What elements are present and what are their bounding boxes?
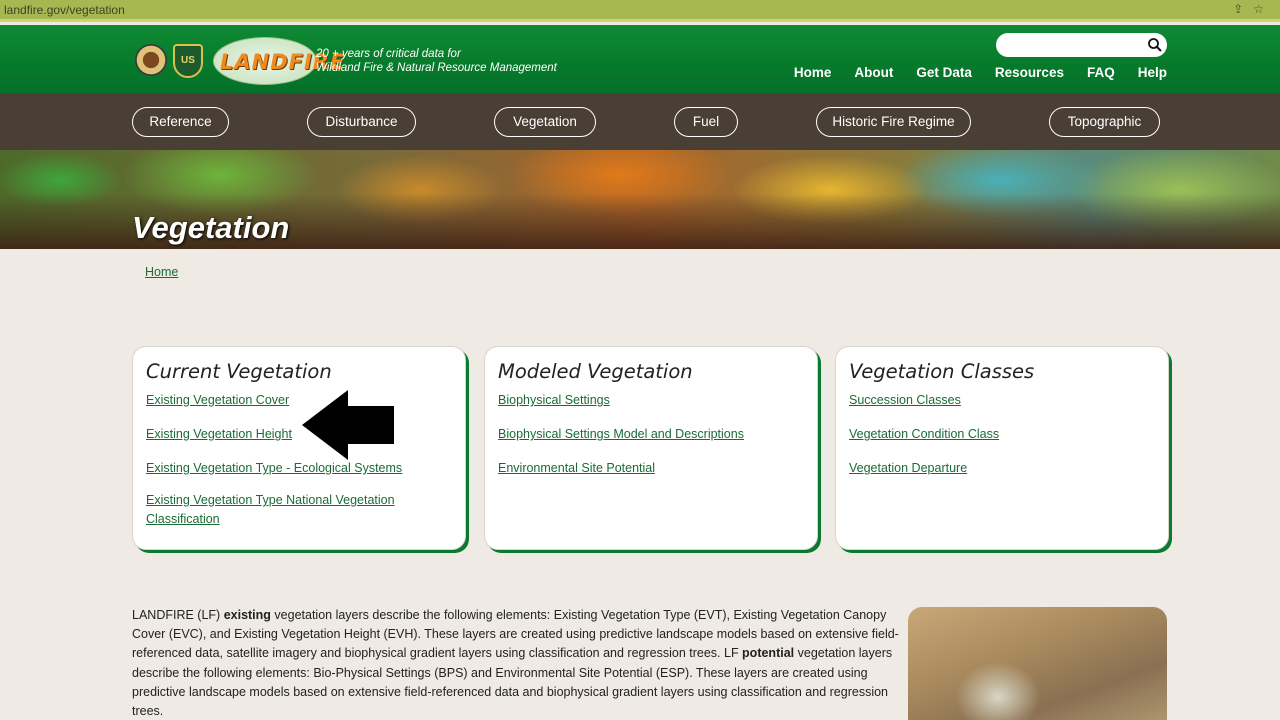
card-modeled-vegetation: Modeled Vegetation Biophysical Settings … <box>484 346 818 550</box>
link-existing-vegetation-height[interactable]: Existing Vegetation Height <box>146 425 452 444</box>
hero-banner: Vegetation <box>0 150 1280 249</box>
nav-get-data[interactable]: Get Data <box>916 65 972 80</box>
nav-resources[interactable]: Resources <box>995 65 1064 80</box>
link-biophysical-settings[interactable]: Biophysical Settings <box>498 391 804 410</box>
vegetation-photo <box>908 607 1167 720</box>
tagline: 20 + years of critical data for Wildland… <box>316 48 557 74</box>
top-nav: Home About Get Data Resources FAQ Help <box>771 65 1167 80</box>
category-disturbance[interactable]: Disturbance <box>307 107 416 137</box>
link-existing-vegetation-cover[interactable]: Existing Vegetation Cover <box>146 391 452 410</box>
bookmark-star-icon[interactable]: ☆ <box>1253 2 1274 16</box>
intro-paragraph: LANDFIRE (LF) existing vegetation layers… <box>132 608 899 719</box>
category-reference[interactable]: Reference <box>132 107 229 137</box>
breadcrumb-home[interactable]: Home <box>145 265 178 279</box>
landfire-logo[interactable]: LANDFIRE <box>213 37 344 85</box>
nav-help[interactable]: Help <box>1138 65 1167 80</box>
card-title: Current Vegetation <box>146 360 332 383</box>
nav-about[interactable]: About <box>854 65 893 80</box>
card-current-vegetation: Current Vegetation Existing Vegetation C… <box>132 346 466 550</box>
category-fuel[interactable]: Fuel <box>674 107 738 137</box>
url-text[interactable]: landfire.gov/vegetation <box>4 3 125 17</box>
link-evt-ecological-systems[interactable]: Existing Vegetation Type - Ecological Sy… <box>146 459 452 478</box>
category-vegetation[interactable]: Vegetation <box>494 107 596 137</box>
arrow-pointer-icon <box>302 390 394 460</box>
link-evt-national-vegetation-classification[interactable]: Existing Vegetation Type National Vegeta… <box>146 491 426 529</box>
link-bps-model-descriptions[interactable]: Biophysical Settings Model and Descripti… <box>498 425 804 444</box>
card-title: Modeled Vegetation <box>498 360 693 383</box>
nav-faq[interactable]: FAQ <box>1087 65 1115 80</box>
share-icon[interactable]: ⇪ <box>1233 2 1253 16</box>
doi-seal-icon <box>135 44 167 76</box>
link-vegetation-condition-class[interactable]: Vegetation Condition Class <box>849 425 1155 444</box>
link-succession-classes[interactable]: Succession Classes <box>849 391 1155 410</box>
site-header: US LANDFIRE 20 + years of critical data … <box>0 25 1280 93</box>
page-title: Vegetation <box>132 210 290 245</box>
browser-tools: ⇪☆ <box>1233 2 1274 16</box>
nav-home[interactable]: Home <box>794 65 832 80</box>
usfs-shield-icon: US <box>173 44 203 78</box>
link-vegetation-departure[interactable]: Vegetation Departure <box>849 459 1155 478</box>
category-topographic[interactable]: Topographic <box>1049 107 1160 137</box>
category-bar: Reference Disturbance Vegetation Fuel Hi… <box>0 93 1280 150</box>
card-title: Vegetation Classes <box>849 360 1035 383</box>
search-icon[interactable] <box>1147 37 1163 53</box>
link-environmental-site-potential[interactable]: Environmental Site Potential <box>498 459 804 478</box>
search-input[interactable] <box>996 33 1167 57</box>
card-vegetation-classes: Vegetation Classes Succession Classes Ve… <box>835 346 1169 550</box>
browser-address-bar: landfire.gov/vegetation ⇪☆ <box>0 0 1280 22</box>
category-historic-fire-regime[interactable]: Historic Fire Regime <box>816 107 971 137</box>
